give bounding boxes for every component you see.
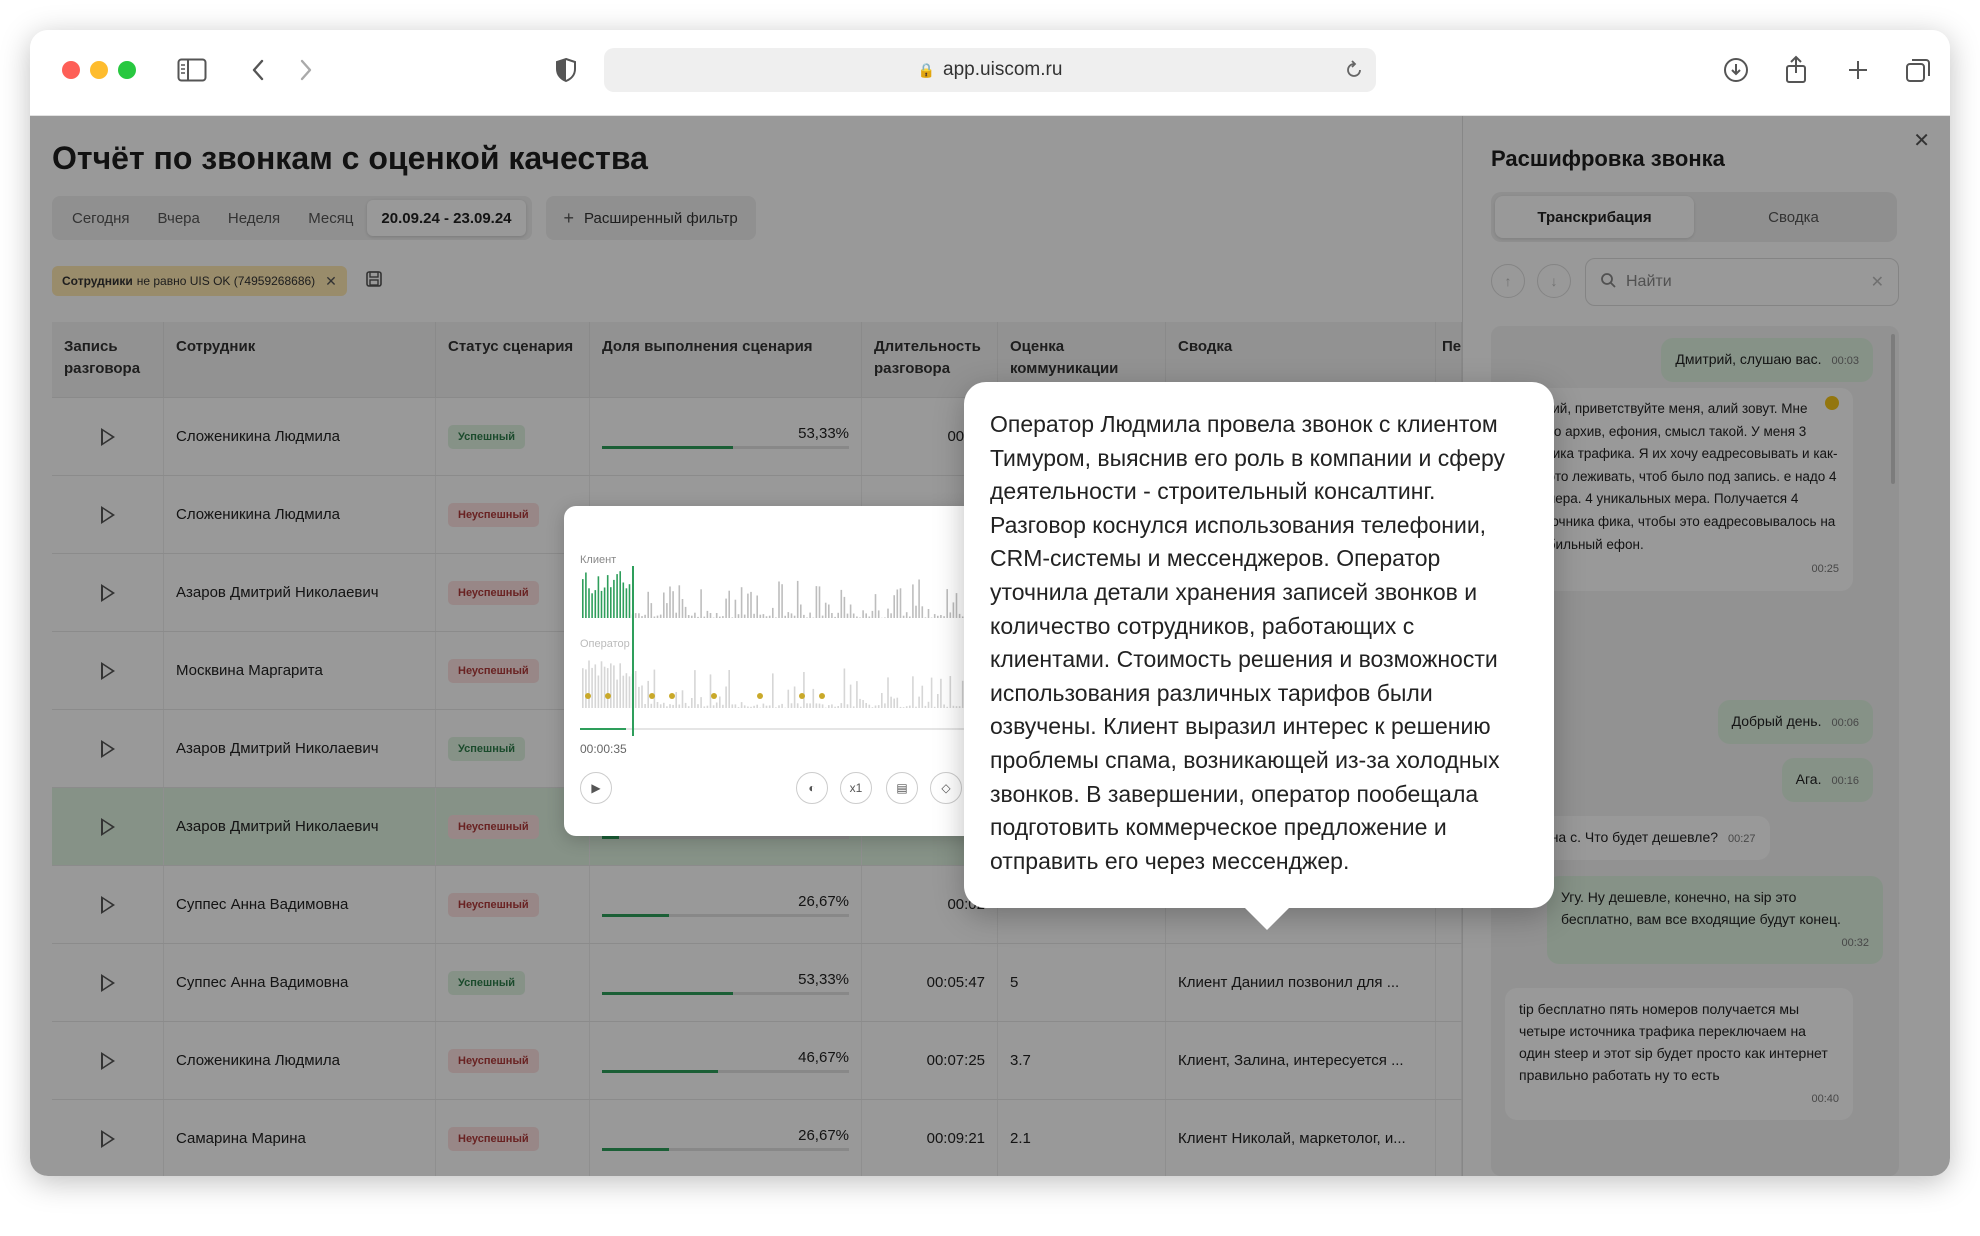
sidebar-toggle-icon[interactable]	[174, 52, 210, 88]
player-timeline[interactable]	[580, 728, 1020, 730]
client-track-label: Клиент	[580, 554, 617, 566]
minimize-window-button[interactable]	[90, 61, 108, 79]
summary-tooltip: Оператор Людмила провела звонок с клиент…	[964, 382, 1554, 930]
volume-icon[interactable]: ◐	[796, 772, 828, 804]
lock-icon: 🔒	[917, 61, 936, 78]
speed-button[interactable]: x1	[840, 772, 872, 804]
play-icon[interactable]: ▶	[580, 772, 612, 804]
page-content: Отчёт по звонкам с оценкой качества Сего…	[30, 116, 1950, 1176]
operator-waveform[interactable]	[580, 656, 1020, 708]
player-progress	[580, 728, 626, 730]
forward-arrow-icon[interactable]	[288, 52, 324, 88]
url-text: app.uiscom.ru	[943, 59, 1063, 80]
share-icon[interactable]	[1778, 52, 1814, 88]
browser-window: 🔒 app.uiscom.ru Отчёт по звонкам с оценк…	[30, 30, 1950, 1176]
summary-text: Оператор Людмила провела звонок с клиент…	[990, 411, 1506, 874]
tag-icon[interactable]: ◇	[930, 772, 962, 804]
address-bar[interactable]: 🔒 app.uiscom.ru	[604, 48, 1376, 92]
playhead[interactable]	[632, 566, 634, 736]
tooltip-arrow	[1245, 908, 1289, 930]
download-icon[interactable]	[1718, 52, 1754, 88]
browser-toolbar: 🔒 app.uiscom.ru	[30, 30, 1950, 116]
operator-track-label: Оператор	[580, 638, 630, 650]
back-arrow-icon[interactable]	[240, 52, 276, 88]
tab-overview-icon[interactable]	[1900, 52, 1936, 88]
reload-icon[interactable]	[1344, 58, 1364, 86]
client-waveform[interactable]	[580, 566, 1020, 618]
close-window-button[interactable]	[62, 61, 80, 79]
privacy-shield-icon[interactable]	[548, 52, 584, 88]
document-icon[interactable]: ▤	[886, 772, 918, 804]
maximize-window-button[interactable]	[118, 61, 136, 79]
player-time: 00:00:35	[580, 742, 627, 756]
new-tab-icon[interactable]	[1840, 52, 1876, 88]
